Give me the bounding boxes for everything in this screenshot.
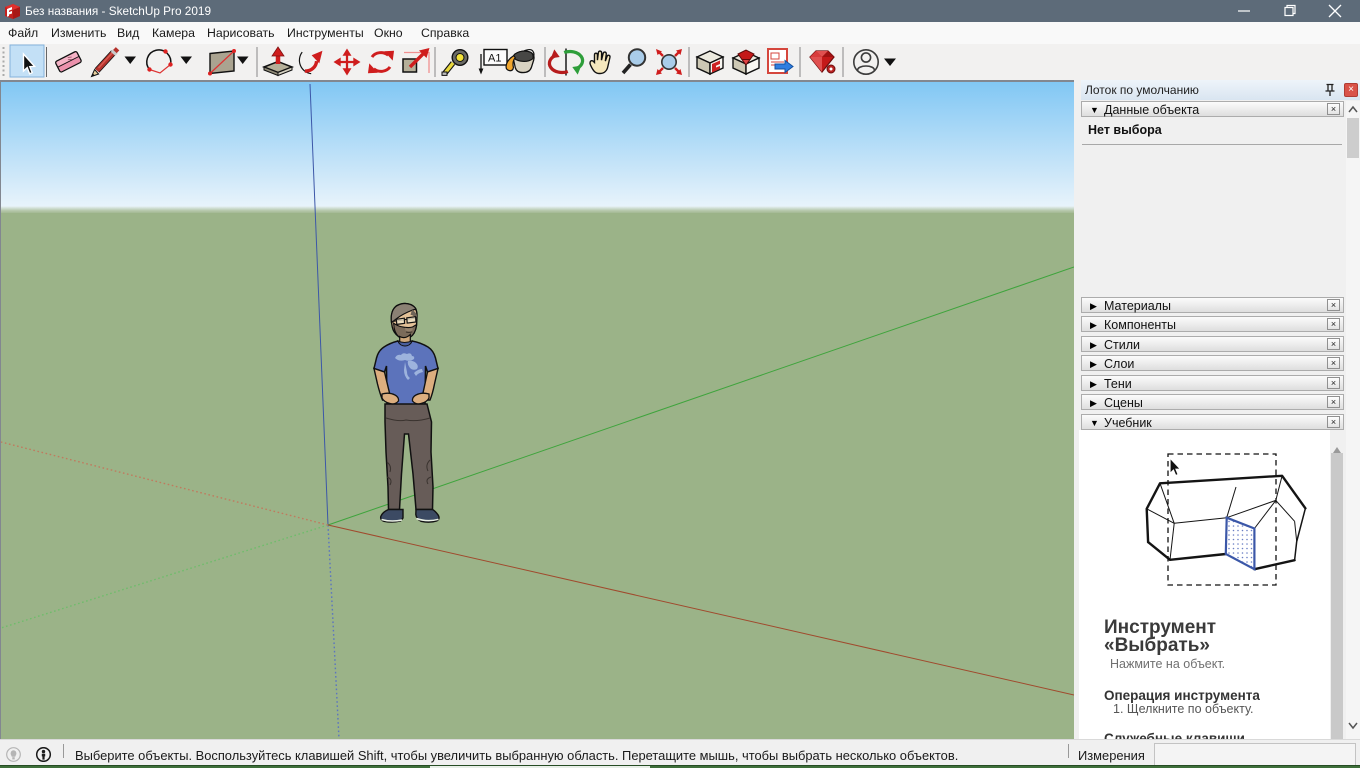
svg-text:A1: A1 <box>488 53 501 65</box>
